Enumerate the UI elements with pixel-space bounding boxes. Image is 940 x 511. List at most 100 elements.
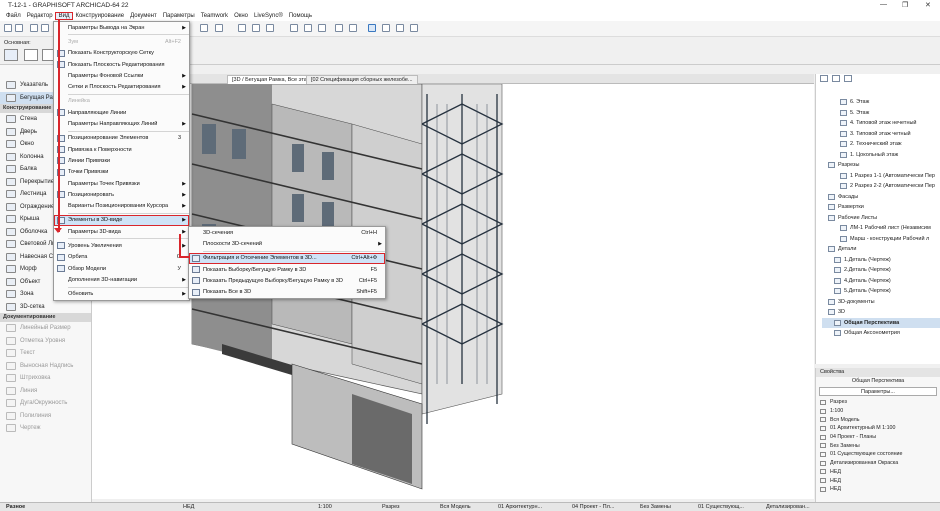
snap-icon[interactable] [290,24,298,32]
status-renovation[interactable]: 01 Существующ... [698,504,744,510]
view-menu-item[interactable]: Сетки и Плоскость Редактирования ▶ [54,81,189,92]
submenu-item[interactable]: 3D-сечения Ctrl+H [189,227,385,238]
navigator-item[interactable]: Детали [822,244,940,255]
doc-tool-item[interactable]: Выносная Надпись [0,360,91,373]
menu-teamwork[interactable]: Teamwork [198,13,231,19]
submenu-item[interactable]: Плоскости 3D-сечений ▶ [189,238,385,249]
menu-file[interactable]: Файл [3,13,24,19]
property-row[interactable]: Детализированная Окраска [816,459,940,468]
view-menu-item[interactable]: Точки Привязки [54,167,189,178]
tab-schedule[interactable]: [02 Спецификация сборных железобе... [306,75,418,84]
doc-tool-item[interactable]: Дуга/Окружность [0,397,91,410]
navigator-item[interactable]: Рабочие Листы [822,213,940,224]
doc-tool-item[interactable]: Линейный Размер [0,322,91,335]
navigator-item[interactable]: 5.Деталь (Чертеж) [822,286,940,297]
view-menu-item[interactable]: Показать Конструкторскую Сетку [54,48,189,59]
view-menu-item[interactable]: Линии Привязки [54,155,189,166]
view-map-icon[interactable] [832,75,840,82]
tool-item[interactable]: 3D-сетка [0,301,91,314]
close-icon[interactable]: ✕ [925,1,931,9]
menu-document[interactable]: Документ [127,13,160,19]
view-menu-item[interactable]: Параметры 3D-вида ▶ [54,226,189,237]
project-map-icon[interactable] [820,75,828,82]
settings-icon[interactable] [410,24,418,32]
navigator-item[interactable]: 4.Деталь (Чертеж) [822,276,940,287]
view-menu-item[interactable]: Зум Alt+F2 [54,36,189,47]
navigator-item[interactable]: 2 Разрез 2-2 (Автоматически Пер [822,181,940,192]
view-menu-item[interactable]: ОрбитаO [54,252,189,263]
menu-design[interactable]: Конструирование [72,13,127,19]
status-layer[interactable]: 01 Архитектурн... [498,504,542,510]
maximize-icon[interactable]: ❐ [902,1,908,9]
rectangle-icon[interactable] [24,49,38,61]
navigator-item[interactable]: 2.Деталь (Чертеж) [822,265,940,276]
navigator-item[interactable]: Развертки [822,202,940,213]
navigator-item[interactable]: Фасады [822,192,940,203]
menu-livesync[interactable]: LiveSync® [251,13,286,19]
mirror-icon[interactable] [349,24,357,32]
menu-options[interactable]: Параметры [160,13,198,19]
layout-book-icon[interactable] [844,75,852,82]
geometry-icon[interactable] [4,49,18,61]
doc-tool-item[interactable]: Чертеж [0,422,91,435]
arrow-icon[interactable] [30,24,38,32]
navigator-item[interactable]: ЛМ-1 Рабочий лист (Независим [822,223,940,234]
submenu-item[interactable]: Показать Выборку/Бегущую Рамку в 3D F5 [189,264,385,275]
navigator-item[interactable]: Общая Аксонометрия [822,328,940,339]
property-row[interactable]: НЕД [816,485,940,494]
navigator-item[interactable]: Общая Перспектива [822,317,940,328]
navigator-item[interactable]: 1.Деталь (Чертеж) [822,255,940,266]
undo-icon[interactable] [4,24,12,32]
property-row[interactable]: Без Замены [816,441,940,450]
menu-window[interactable]: Окно [231,13,251,19]
view-menu-item[interactable]: Позиционировать ▶ [54,189,189,200]
grid-icon[interactable] [215,24,223,32]
doc-tool-item[interactable]: Полилиния [0,410,91,423]
view-menu-item[interactable]: Параметры Фоновой Ссылки ▶ [54,70,189,81]
status-plan[interactable]: 04 Проект - Пл... [572,504,614,510]
parameters-button[interactable]: Параметры... [819,387,937,396]
navigator-item[interactable]: Марш - конструкции Рабочий л [822,234,940,245]
measure-icon[interactable] [396,24,404,32]
property-row[interactable]: 01 Существующее состояние [816,450,940,459]
move-icon[interactable] [318,24,326,32]
view-menu-item[interactable]: Элементы в 3D-виде ▶ [54,214,189,227]
status-cut[interactable]: Разрез [382,504,400,510]
property-row[interactable]: 1:100 [816,407,940,416]
cube-icon[interactable] [238,24,246,32]
view-menu-item[interactable]: Параметры Точек Привязки ▶ [54,178,189,189]
elevation-icon[interactable] [266,24,274,32]
submenu-item[interactable]: Показать Предыдущую Выборку/Бегущую Рамк… [189,275,385,286]
view-menu-item[interactable]: Позиционирование Элементов 3 [54,133,189,144]
status-detail[interactable]: Детализирован... [766,504,810,510]
doc-tool-item[interactable]: Линия [0,385,91,398]
doc-tool-item[interactable]: Текст [0,347,91,360]
navigator-item[interactable]: 5. Этаж [822,108,940,119]
navigator-item[interactable]: Разрезы [822,160,940,171]
view-menu-item[interactable]: Линейка [54,96,189,107]
view-menu-item[interactable]: Варианты Позиционирования Курсора ▶ [54,200,189,211]
navigator-item[interactable]: 3. Типовой этаж четный [822,129,940,140]
doc-tool-item[interactable]: Штриховка [0,372,91,385]
guide-icon[interactable] [368,24,376,32]
view-menu-item[interactable]: Привязка к Поверхности [54,144,189,155]
view-menu-item[interactable]: Обзор Модели У [54,263,189,274]
view-menu-item[interactable]: Дополнения 3D-навигации ▶ [54,274,189,285]
status-model[interactable]: Вся Модель [440,504,471,510]
pencil-icon[interactable] [41,24,49,32]
status-scale[interactable]: 1:100 [318,504,332,510]
view-menu-item[interactable]: Параметры Вывода на Экран ▶ [54,22,189,33]
property-row[interactable]: 01 Архитектурный М 1:100 [816,424,940,433]
status-override[interactable]: Без Замены [640,504,671,510]
navigator-item[interactable]: 3D [822,307,940,318]
section-icon[interactable] [252,24,260,32]
menu-edit[interactable]: Редактор [24,13,56,19]
minimize-icon[interactable]: — [880,1,887,8]
navigator-item[interactable]: 1 Разрез 1-1 (Автоматически Пер [822,171,940,182]
property-row[interactable]: 04 Проект - Планы [816,433,940,442]
view-menu-item[interactable]: Параметры Направляющих Линий ▶ [54,118,189,129]
select-icon[interactable] [304,24,312,32]
navigator-item[interactable]: 4. Типовой этаж нечетный [822,118,940,129]
navigator-item[interactable]: 6. Этаж [822,97,940,108]
redo-icon[interactable] [15,24,23,32]
